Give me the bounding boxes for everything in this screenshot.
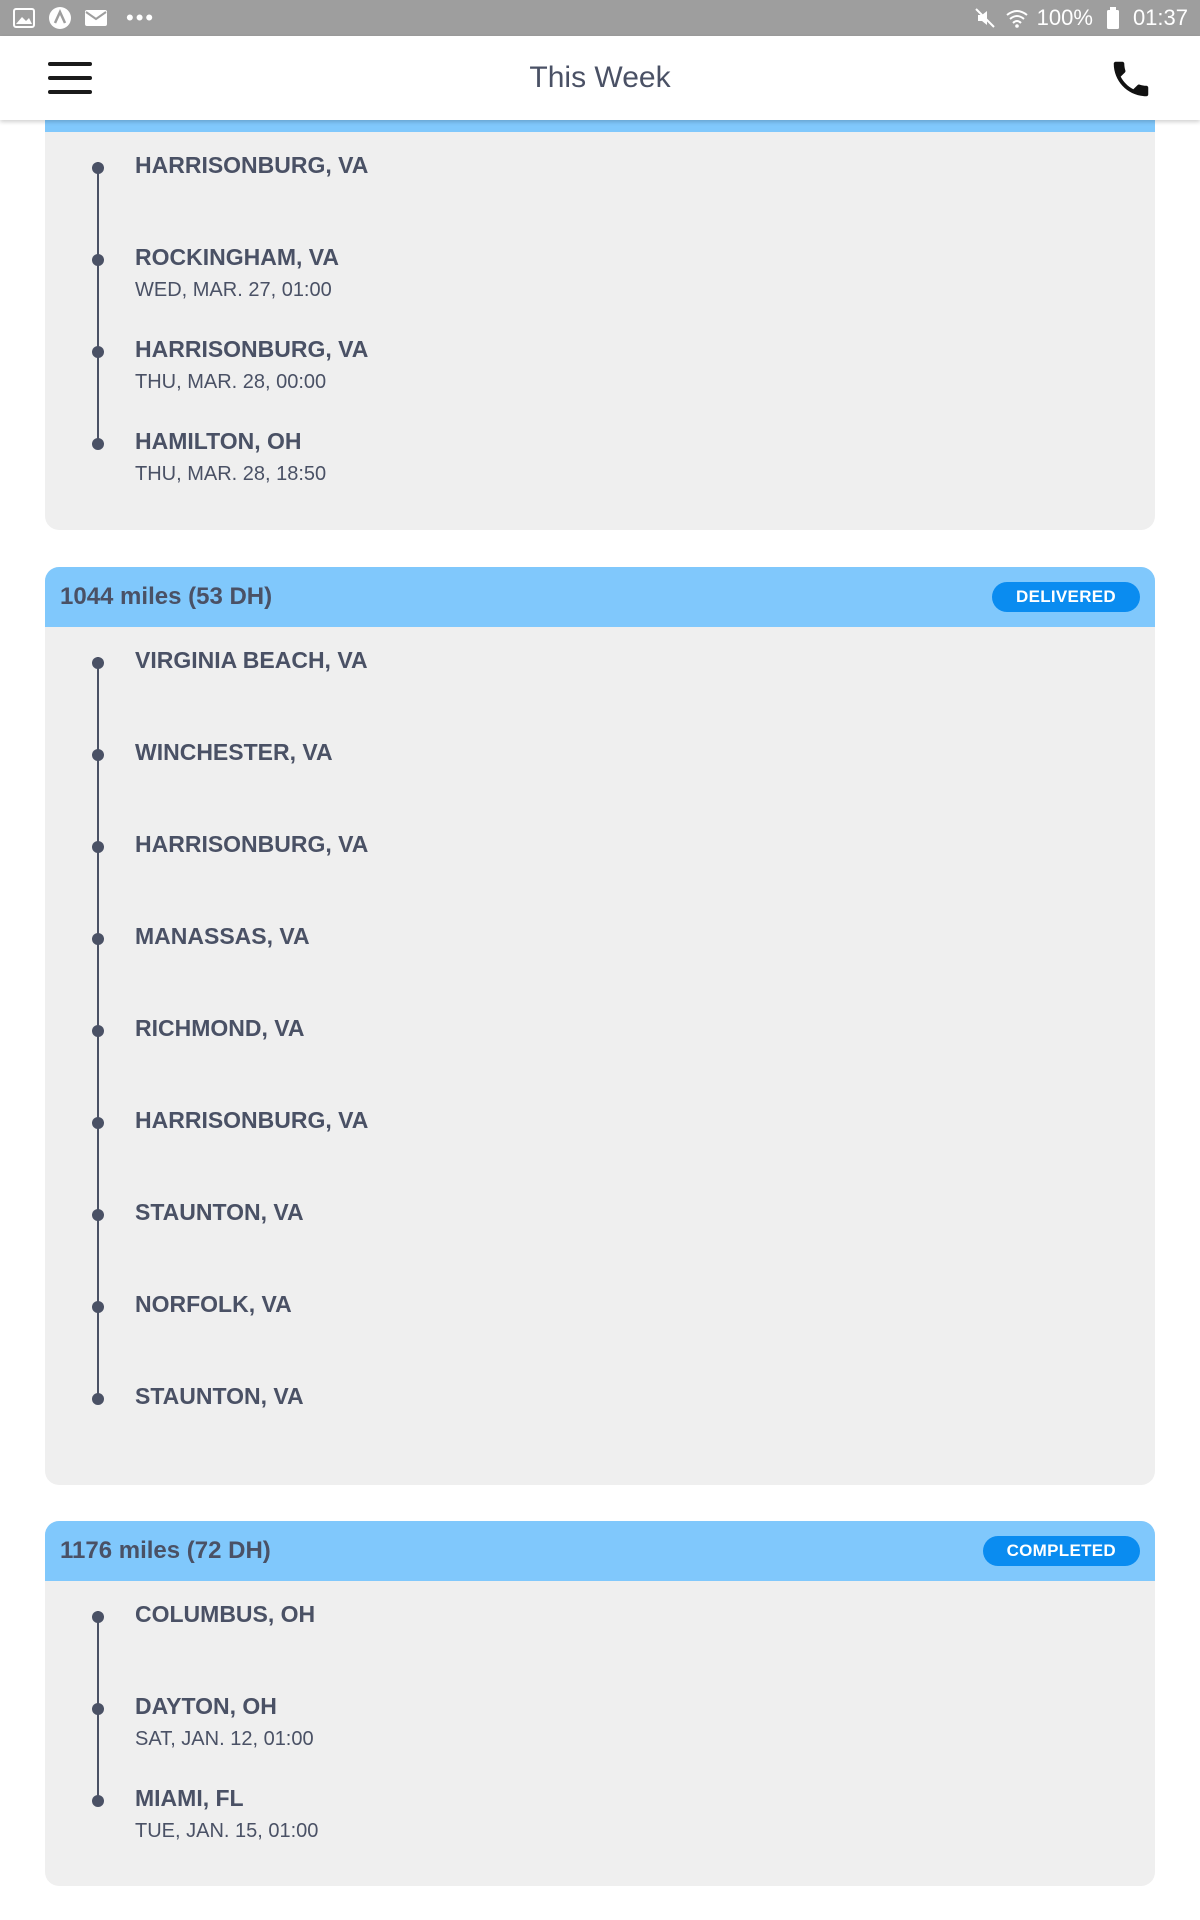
stop-dot bbox=[92, 1393, 104, 1405]
battery-icon bbox=[1101, 6, 1125, 30]
stop-dot bbox=[92, 1117, 104, 1129]
status-right: 100% 01:37 bbox=[973, 5, 1200, 31]
stop-city: MIAMI, FL bbox=[135, 1785, 244, 1811]
stop-item: STAUNTON, VA bbox=[45, 1383, 1155, 1453]
stop-dot bbox=[92, 841, 104, 853]
status-badge: DELIVERED bbox=[992, 582, 1140, 612]
stop-dot bbox=[92, 1209, 104, 1221]
stop-dot bbox=[92, 657, 104, 669]
stop-city: HARRISONBURG, VA bbox=[135, 152, 369, 178]
load-card[interactable]: 1044 miles (53 DH) DELIVERED VIRGINIA BE… bbox=[45, 567, 1155, 1485]
more-notifications-icon: ••• bbox=[126, 5, 156, 30]
card-header: 1044 miles (53 DH) DELIVERED bbox=[45, 567, 1155, 627]
stop-city: HAMILTON, OH bbox=[135, 428, 302, 454]
app-bar: This Week bbox=[0, 36, 1200, 120]
load-miles: 1176 miles (72 DH) bbox=[60, 1537, 271, 1564]
stop-city: COLUMBUS, OH bbox=[135, 1601, 316, 1627]
stop-item: MIAMI, FL TUE, JAN. 15, 01:00 bbox=[45, 1785, 1155, 1855]
stop-item: VIRGINIA BEACH, VA bbox=[45, 647, 1155, 717]
stop-dot bbox=[92, 1301, 104, 1313]
stop-item: MANASSAS, VA bbox=[45, 923, 1155, 993]
load-card[interactable]: HARRISONBURG, VA ROCKINGHAM, VA WED, MAR… bbox=[45, 132, 1155, 530]
stop-item: STAUNTON, VA bbox=[45, 1199, 1155, 1269]
stop-city: DAYTON, OH bbox=[135, 1693, 277, 1719]
stop-dot bbox=[92, 1611, 104, 1623]
stop-city: STAUNTON, VA bbox=[135, 1383, 304, 1409]
stop-dot bbox=[92, 749, 104, 761]
stop-item: HARRISONBURG, VA bbox=[45, 1107, 1155, 1177]
stop-item: ROCKINGHAM, VA WED, MAR. 27, 01:00 bbox=[45, 244, 1155, 314]
stop-dot bbox=[92, 1025, 104, 1037]
stop-item: DAYTON, OH SAT, JAN. 12, 01:00 bbox=[45, 1693, 1155, 1763]
stop-dot bbox=[92, 1795, 104, 1807]
stop-time: SAT, JAN. 12, 01:00 bbox=[135, 1728, 314, 1750]
stop-item: WINCHESTER, VA bbox=[45, 739, 1155, 809]
stop-time: THU, MAR. 28, 00:00 bbox=[135, 371, 327, 393]
stop-city: RICHMOND, VA bbox=[135, 1015, 305, 1041]
stop-city: STAUNTON, VA bbox=[135, 1199, 304, 1225]
stop-city: MANASSAS, VA bbox=[135, 923, 310, 949]
mail-icon bbox=[84, 6, 108, 30]
battery-percent: 100% bbox=[1036, 5, 1093, 30]
card-header-partial bbox=[45, 120, 1155, 132]
stop-city: HARRISONBURG, VA bbox=[135, 336, 369, 362]
phone-icon bbox=[1113, 61, 1149, 97]
stop-dot bbox=[92, 254, 104, 266]
clock: 01:37 bbox=[1132, 5, 1188, 30]
load-miles: 1044 miles (53 DH) bbox=[60, 583, 273, 610]
gallery-icon bbox=[12, 6, 36, 30]
stop-city: VIRGINIA BEACH, VA bbox=[135, 647, 368, 673]
stop-item: HAMILTON, OH THU, MAR. 28, 18:50 bbox=[45, 428, 1155, 498]
stop-time: TUE, JAN. 15, 01:00 bbox=[135, 1820, 319, 1842]
stop-city: HARRISONBURG, VA bbox=[135, 1107, 369, 1133]
stop-time: WED, MAR. 27, 01:00 bbox=[135, 279, 332, 301]
wifi-icon bbox=[1005, 6, 1029, 30]
app-notification-icon bbox=[48, 6, 72, 30]
stop-city: HARRISONBURG, VA bbox=[135, 831, 369, 857]
status-bar: ••• 100% 01:37 bbox=[0, 0, 1200, 36]
stop-item: COLUMBUS, OH bbox=[45, 1601, 1155, 1671]
status-badge: COMPLETED bbox=[982, 1536, 1140, 1566]
stop-item: HARRISONBURG, VA THU, MAR. 28, 00:00 bbox=[45, 336, 1155, 406]
call-button[interactable] bbox=[1108, 56, 1154, 102]
stop-dot bbox=[92, 162, 104, 174]
stop-time: THU, MAR. 28, 18:50 bbox=[135, 463, 327, 485]
stop-city: ROCKINGHAM, VA bbox=[135, 244, 340, 270]
stop-dot bbox=[92, 438, 104, 450]
load-card[interactable]: 1176 miles (72 DH) COMPLETED COLUMBUS, O… bbox=[45, 1521, 1155, 1886]
stop-dot bbox=[92, 933, 104, 945]
card-header: 1176 miles (72 DH) COMPLETED bbox=[45, 1521, 1155, 1581]
stop-dot bbox=[92, 1703, 104, 1715]
stop-item: NORFOLK, VA bbox=[45, 1291, 1155, 1361]
stop-dot bbox=[92, 346, 104, 358]
stop-item: HARRISONBURG, VA bbox=[45, 831, 1155, 901]
status-left: ••• bbox=[0, 5, 155, 31]
stop-item: HARRISONBURG, VA bbox=[45, 152, 1155, 222]
stop-city: NORFOLK, VA bbox=[135, 1291, 292, 1317]
stop-item: RICHMOND, VA bbox=[45, 1015, 1155, 1085]
mute-icon bbox=[973, 6, 997, 30]
page-title: This Week bbox=[529, 61, 671, 94]
stop-city: WINCHESTER, VA bbox=[135, 739, 333, 765]
